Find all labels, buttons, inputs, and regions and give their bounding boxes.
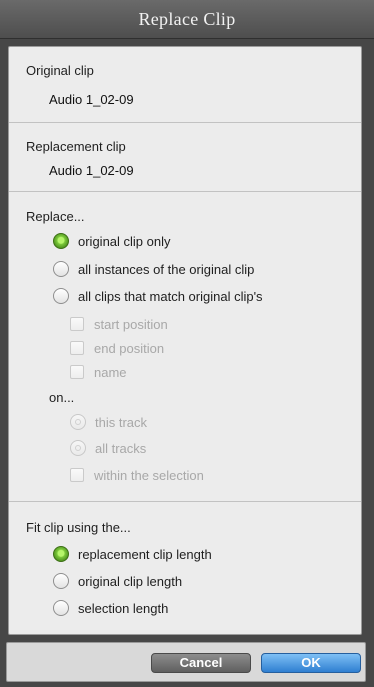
checkbox-end-position[interactable] <box>70 341 84 355</box>
radio-replacement-clip-length[interactable] <box>53 546 69 562</box>
radio-label-this-track[interactable]: this track <box>95 415 147 430</box>
radio-original-clip-length[interactable] <box>53 573 69 589</box>
fit-section-label: Fit clip using the... <box>26 520 131 535</box>
options-panel: Original clip Audio 1_02-09 Replacement … <box>8 46 362 635</box>
radio-original-clip-only[interactable] <box>53 233 69 249</box>
separator <box>9 501 361 502</box>
ok-button[interactable]: OK <box>261 653 361 673</box>
button-bar: Cancel OK <box>0 640 374 687</box>
radio-label-original-clip-only[interactable]: original clip only <box>78 234 171 249</box>
checkbox-label-name[interactable]: name <box>94 365 127 380</box>
radio-all-tracks[interactable] <box>70 440 86 456</box>
separator <box>9 191 361 192</box>
checkbox-label-end-position[interactable]: end position <box>94 341 164 356</box>
cancel-button[interactable]: Cancel <box>151 653 251 673</box>
radio-label-selection-length[interactable]: selection length <box>78 601 168 616</box>
radio-label-all-instances[interactable]: all instances of the original clip <box>78 262 254 277</box>
checkbox-label-within-selection[interactable]: within the selection <box>94 468 204 483</box>
radio-label-all-clips-match[interactable]: all clips that match original clip's <box>78 289 263 304</box>
button-bar-inner: Cancel OK <box>6 642 366 682</box>
radio-label-original-clip-length[interactable]: original clip length <box>78 574 182 589</box>
original-clip-label: Original clip <box>26 63 94 78</box>
radio-all-clips-match[interactable] <box>53 288 69 304</box>
separator <box>9 122 361 123</box>
radio-label-all-tracks[interactable]: all tracks <box>95 441 146 456</box>
checkbox-name[interactable] <box>70 365 84 379</box>
on-section-label: on... <box>49 390 75 405</box>
checkbox-label-start-position[interactable]: start position <box>94 317 168 332</box>
replacement-clip-label: Replacement clip <box>26 139 126 154</box>
dialog-title: Replace Clip <box>138 9 236 29</box>
checkbox-within-selection[interactable] <box>70 468 84 482</box>
replace-section-label: Replace... <box>26 209 85 224</box>
radio-this-track[interactable] <box>70 414 86 430</box>
replacement-clip-value: Audio 1_02-09 <box>49 163 134 178</box>
replace-clip-dialog: Replace Clip Original clip Audio 1_02-09… <box>0 0 374 687</box>
radio-all-instances[interactable] <box>53 261 69 277</box>
original-clip-value: Audio 1_02-09 <box>49 92 134 107</box>
radio-selection-length[interactable] <box>53 600 69 616</box>
radio-label-replacement-clip-length[interactable]: replacement clip length <box>78 547 212 562</box>
checkbox-start-position[interactable] <box>70 317 84 331</box>
title-bar[interactable]: Replace Clip <box>0 0 374 39</box>
